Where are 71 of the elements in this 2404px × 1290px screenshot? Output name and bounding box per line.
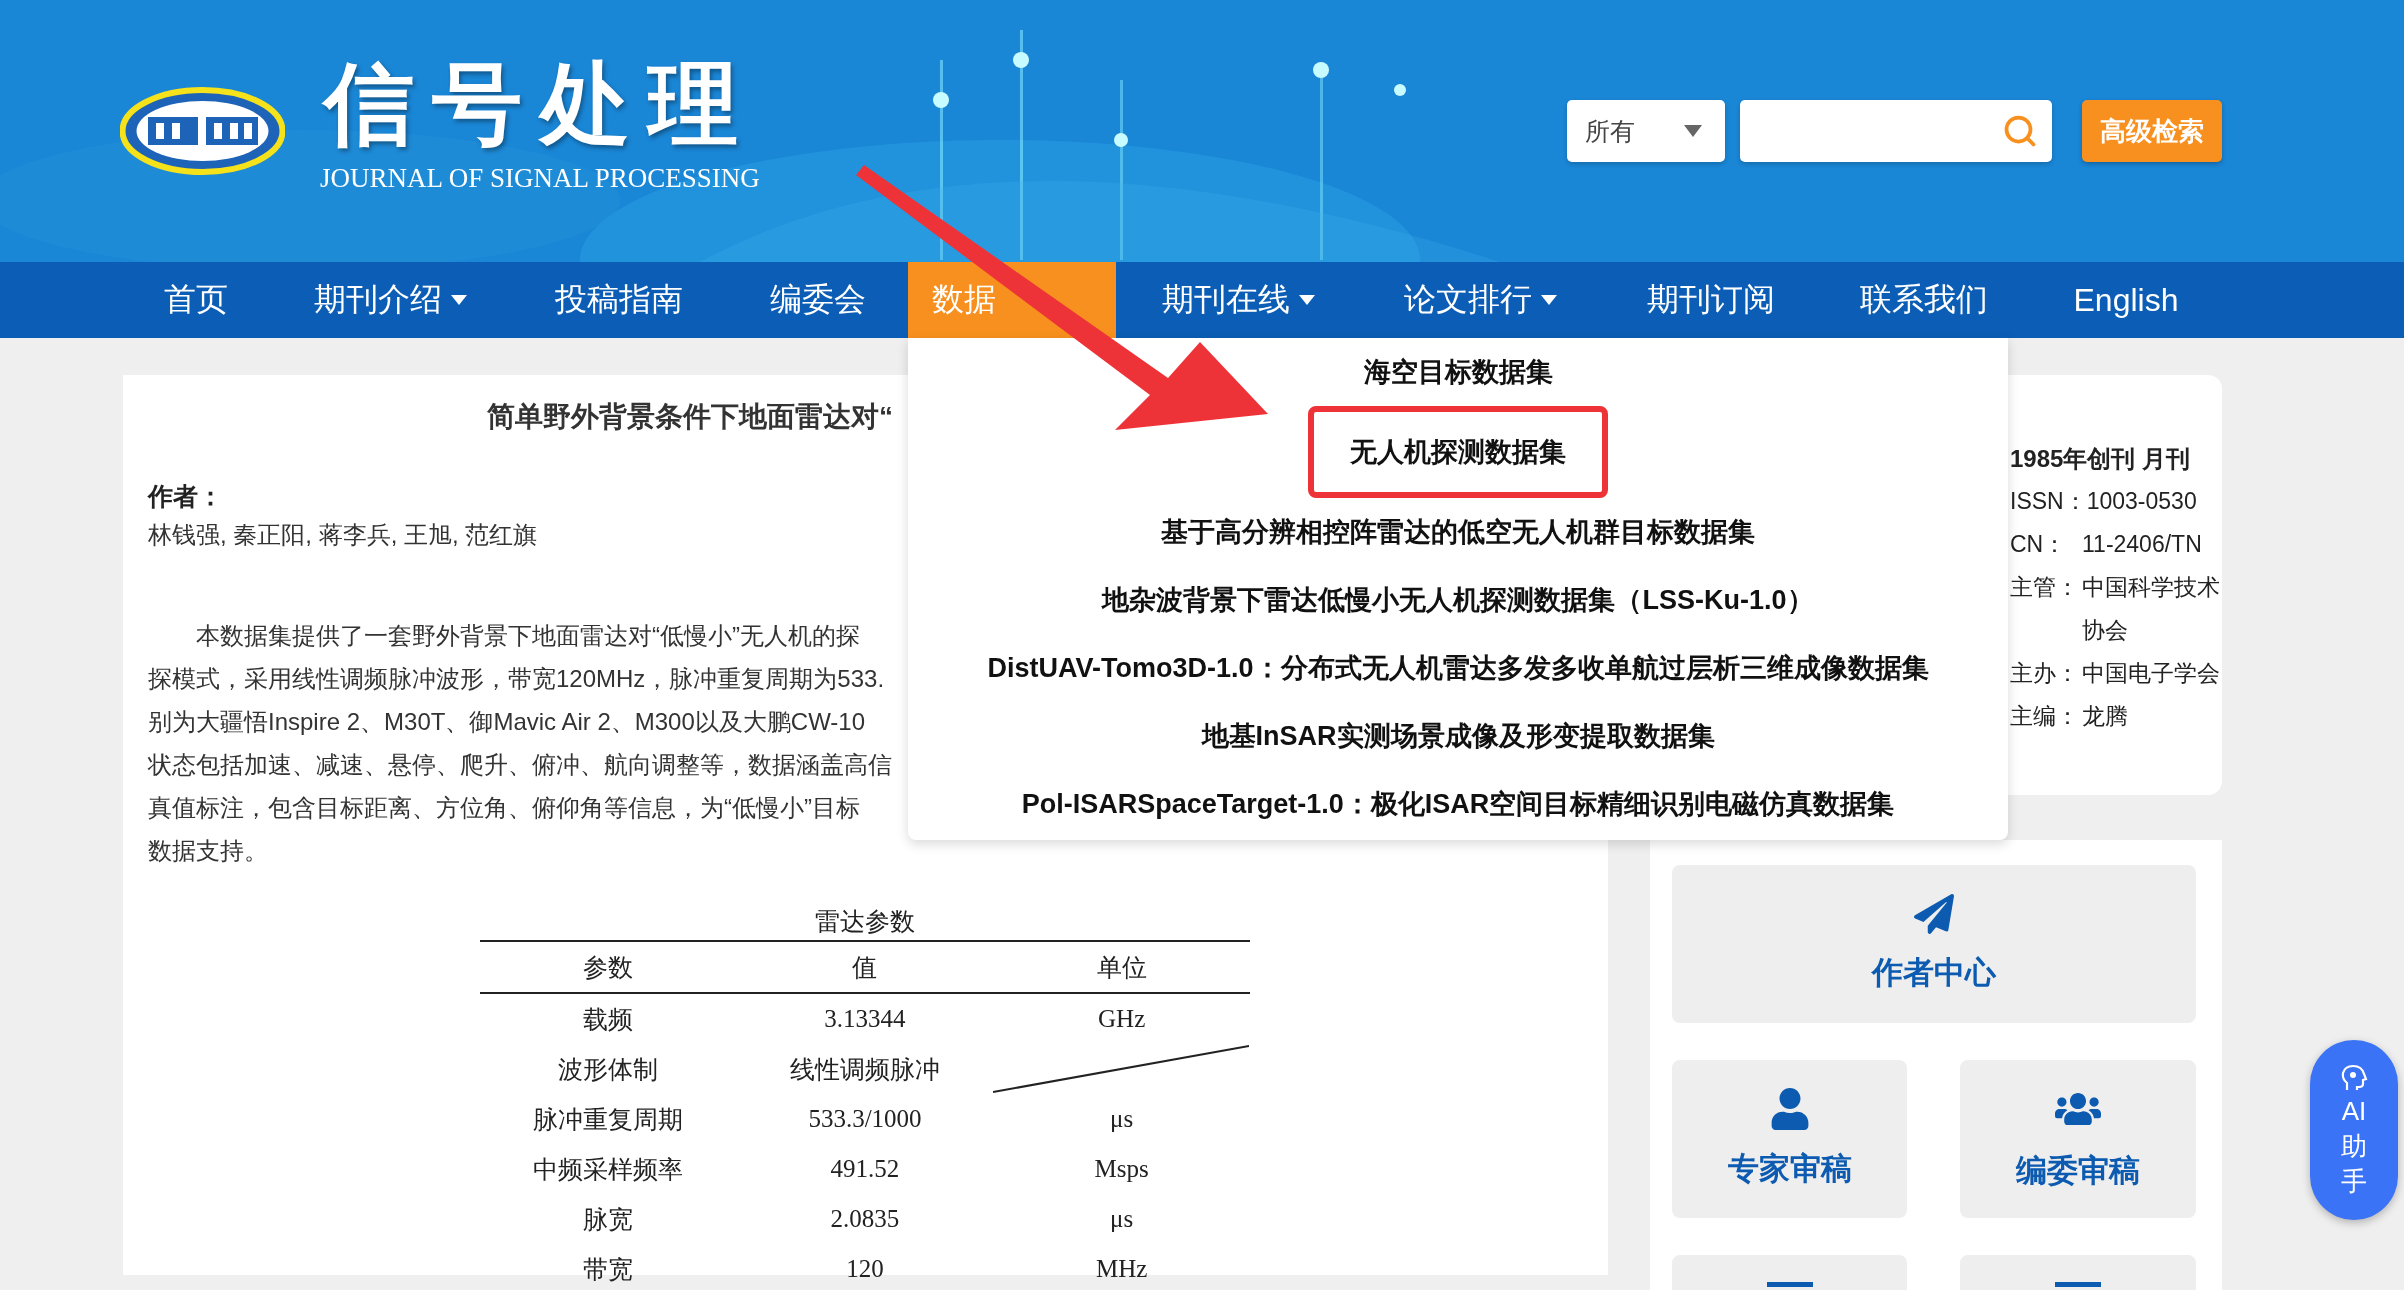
search-field[interactable] bbox=[1740, 100, 2052, 162]
paragraph-line: 别为大疆悟Inspire 2、M30T、御Mavic Air 2、M300以及大鹏CW-10 bbox=[148, 707, 866, 738]
logo-icon bbox=[120, 87, 285, 175]
table-cell: 120 bbox=[846, 1255, 884, 1284]
dropdown-item[interactable]: 无人机探测数据集 bbox=[1308, 406, 1608, 498]
table-cell-text: 中频采样频率 bbox=[533, 1154, 684, 1185]
nav-item[interactable]: 期刊订阅 bbox=[1600, 262, 1822, 338]
info-value: 龙腾 bbox=[2082, 702, 2129, 731]
table-cell: 2.0835 bbox=[830, 1205, 900, 1234]
table-cell: 533.3/1000 bbox=[808, 1105, 922, 1134]
paragraph-line: 数据支持。 bbox=[148, 836, 268, 867]
paper-plane-icon bbox=[1914, 894, 1954, 934]
founded-text: 1985年创刊 月刊 bbox=[2010, 444, 2192, 474]
table-cell: GHz bbox=[1098, 1005, 1146, 1034]
table-cell-text: 波形体制 bbox=[558, 1054, 659, 1085]
paragraph-line: 状态包括加速、减速、悬停、爬升、俯冲、航向调整等，数据涵盖高信 bbox=[148, 750, 892, 781]
portal-tile[interactable]: 专家审稿 bbox=[1672, 1060, 1907, 1218]
table-cell-text: 载频 bbox=[583, 1004, 634, 1035]
nav-item[interactable]: 首页 bbox=[121, 262, 271, 338]
author-list: 林钱强, 秦正阳, 蒋李兵, 王旭, 范红旗 bbox=[148, 515, 538, 555]
info-label: ISSN： bbox=[2010, 487, 2087, 516]
ai-assistant-button[interactable]: AI 助 手 bbox=[2310, 1040, 2398, 1220]
info-value: 1003-0530 bbox=[2086, 487, 2198, 516]
nav-item[interactable]: English bbox=[2026, 262, 2226, 338]
column-header: 值 bbox=[852, 952, 878, 983]
table-cell: MHz bbox=[1095, 1255, 1148, 1284]
nav-item[interactable]: 期刊介绍 bbox=[271, 262, 511, 338]
table-cell: 3.13344 bbox=[824, 1005, 906, 1034]
column-header: 单位 bbox=[1096, 952, 1147, 983]
info-value: 中国电子学会 bbox=[2082, 659, 2221, 688]
bar-icon bbox=[2055, 1281, 2101, 1287]
nav-item[interactable]: 论文排行 bbox=[1362, 262, 1600, 338]
bar-icon bbox=[1766, 1281, 1813, 1287]
nav-item[interactable]: 编委会 bbox=[727, 262, 908, 338]
info-label: 主管： bbox=[2010, 573, 2080, 602]
info-label: 主办： bbox=[2010, 659, 2080, 688]
article-title: 简单野外背景条件下地面雷达对“ bbox=[487, 400, 893, 434]
table-cell-text: 带宽 bbox=[583, 1254, 634, 1285]
paragraph-line: 探模式，采用线性调频脉冲波形，带宽120MHz，脉冲重复周期为533. bbox=[148, 664, 885, 695]
paragraph-line: 本数据集提供了一套野外背景下地面雷达对“低慢小”无人机的探 bbox=[195, 621, 860, 652]
dropdown-item[interactable]: 地基InSAR实测场景成像及形变提取数据集 bbox=[1201, 702, 1715, 770]
head-icon bbox=[2339, 1062, 2369, 1093]
nav-item[interactable]: 联系我们 bbox=[1822, 262, 2026, 338]
table-cell-text: 脉宽 bbox=[583, 1204, 634, 1235]
dropdown-item[interactable]: 地杂波背景下雷达低慢小无人机探测数据集（LSS-Ku-1.0） bbox=[1102, 566, 1814, 634]
nav-item[interactable]: 投稿指南 bbox=[511, 262, 727, 338]
portal-tile[interactable]: 编委审稿 bbox=[1960, 1060, 2196, 1218]
column-header: 参数 bbox=[583, 952, 634, 983]
table-cell: μs bbox=[1110, 1105, 1134, 1134]
info-value: 中国科学技术协会 bbox=[2082, 573, 2221, 645]
info-label: 主编： bbox=[2010, 702, 2080, 731]
journal-subtitle: JOURNAL OF SIGNAL PROCESSING bbox=[320, 162, 760, 194]
journal-title: 信号处理 bbox=[323, 48, 756, 157]
table-cell-text: 线性调频脉冲 bbox=[790, 1054, 940, 1085]
dropdown-item[interactable]: 海空目标数据集 bbox=[1363, 338, 1553, 406]
dropdown-item[interactable]: 基于高分辨相控阵雷达的低空无人机群目标数据集 bbox=[1161, 498, 1755, 566]
scope-select[interactable]: 所有 bbox=[1567, 100, 1725, 162]
table-cell: μs bbox=[1110, 1205, 1134, 1234]
table-cell-text: 脉冲重复周期 bbox=[533, 1104, 684, 1135]
table-caption: 雷达参数 bbox=[814, 907, 916, 938]
dropdown-item[interactable]: Pol-ISARSpaceTarget-1.0：极化ISAR空间目标精细识别电磁仿真数据集 bbox=[1021, 770, 1895, 838]
caret-icon bbox=[1683, 124, 1703, 138]
info-label: CN： bbox=[2010, 530, 2068, 559]
info-value: 11-2406/TN bbox=[2082, 530, 2203, 559]
paragraph-line: 真值标注，包含目标距离、方位角、俯仰角等信息，为“低慢小”目标 bbox=[148, 793, 860, 824]
portal-tile[interactable]: 作者中心 bbox=[1672, 865, 2196, 1023]
dropdown-item[interactable]: DistUAV-Tomo3D-1.0：分布式无人机雷达多发多收单航过层析三维成像数据集 bbox=[987, 634, 1929, 702]
table-cell: 491.52 bbox=[830, 1155, 900, 1184]
table-cell: Msps bbox=[1094, 1155, 1149, 1184]
author-label: 作者： bbox=[148, 481, 223, 513]
nav-item[interactable]: 期刊在线 bbox=[1116, 262, 1362, 338]
